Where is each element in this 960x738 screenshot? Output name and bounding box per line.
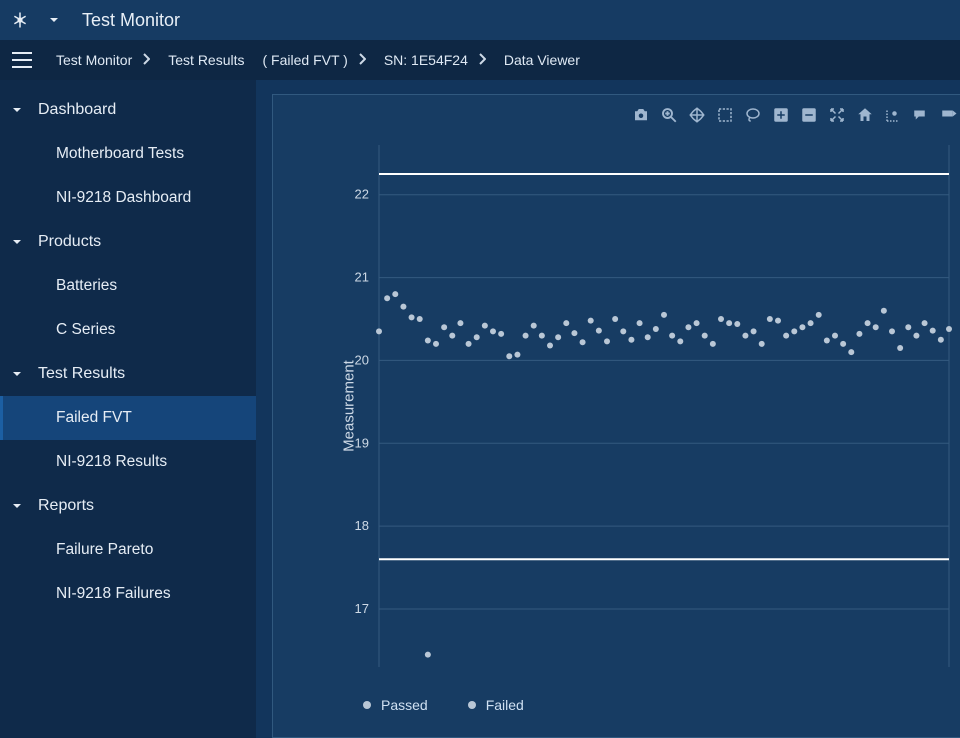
zoom-in-icon[interactable] — [771, 105, 791, 125]
caret-down-icon — [10, 501, 24, 511]
chart-toolbar — [631, 105, 959, 125]
caret-down-icon — [10, 105, 24, 115]
legend-item-passed[interactable]: Passed — [363, 697, 428, 713]
spike-icon[interactable] — [883, 105, 903, 125]
caret-down-icon — [10, 237, 24, 247]
svg-text:17: 17 — [355, 601, 369, 616]
app-title: Test Monitor — [82, 10, 180, 31]
zoom-icon[interactable] — [659, 105, 679, 125]
legend-label: Passed — [381, 697, 428, 713]
pan-icon[interactable] — [687, 105, 707, 125]
sidebar: Dashboard Motherboard TestsNI-9218 Dashbo… — [0, 80, 256, 738]
lasso-icon[interactable] — [743, 105, 763, 125]
app-menu-caret-icon[interactable] — [42, 8, 66, 32]
breadcrumb-item[interactable]: Data Viewer — [504, 52, 580, 68]
chart-panel: Measurement 171819202122 Passed Failed — [272, 94, 960, 738]
sidebar-item-c-series[interactable]: C Series — [0, 308, 256, 352]
zoom-out-icon[interactable] — [799, 105, 819, 125]
sidebar-item-failed-fvt[interactable]: Failed FVT — [0, 396, 256, 440]
menu-icon[interactable] — [8, 46, 36, 74]
autoscale-icon[interactable] — [827, 105, 847, 125]
sidebar-item-batteries[interactable]: Batteries — [0, 264, 256, 308]
caret-down-icon — [10, 369, 24, 379]
svg-text:18: 18 — [355, 518, 369, 533]
sidebar-group-label: Dashboard — [38, 101, 116, 119]
box-select-icon[interactable] — [715, 105, 735, 125]
chevron-right-icon — [142, 52, 150, 68]
content-area: Measurement 171819202122 Passed Failed — [256, 80, 960, 738]
sidebar-group-dashboard[interactable]: Dashboard — [0, 88, 256, 132]
breadcrumb-item[interactable]: SN: 1E54F24 — [384, 52, 468, 68]
sidebar-group-products[interactable]: Products — [0, 220, 256, 264]
camera-icon[interactable] — [631, 105, 651, 125]
app-icon[interactable] — [8, 8, 32, 32]
chart-area: Measurement 171819202122 — [303, 135, 959, 677]
chart-legend: Passed Failed — [363, 697, 524, 713]
sidebar-group-label: Test Results — [38, 365, 125, 383]
breadcrumb-item[interactable]: Test Results — [168, 52, 244, 68]
legend-label: Failed — [486, 697, 524, 713]
hover-icon[interactable] — [911, 105, 931, 125]
legend-dot-icon — [363, 701, 371, 709]
breadcrumb-item[interactable]: ( Failed FVT ) — [263, 52, 348, 68]
reset-icon[interactable] — [855, 105, 875, 125]
sidebar-item-ni-9218-failures[interactable]: NI-9218 Failures — [0, 572, 256, 616]
sidebar-group-reports[interactable]: Reports — [0, 484, 256, 528]
svg-text:19: 19 — [355, 435, 369, 450]
title-bar: Test Monitor — [0, 0, 960, 40]
sidebar-item-ni-9218-results[interactable]: NI-9218 Results — [0, 440, 256, 484]
sidebar-item-failure-pareto[interactable]: Failure Pareto — [0, 528, 256, 572]
sidebar-group-label: Reports — [38, 497, 94, 515]
svg-text:21: 21 — [355, 270, 369, 285]
sidebar-group-label: Products — [38, 233, 101, 251]
svg-text:20: 20 — [355, 352, 369, 367]
chevron-right-icon — [478, 52, 486, 68]
chevron-right-icon — [358, 52, 366, 68]
breadcrumb-bar: Test Monitor Test Results ( Failed FVT ) SN… — [0, 40, 960, 80]
legend-item-failed[interactable]: Failed — [468, 697, 524, 713]
sidebar-item-motherboard-tests[interactable]: Motherboard Tests — [0, 132, 256, 176]
sidebar-group-test-results[interactable]: Test Results — [0, 352, 256, 396]
breadcrumb-item[interactable]: Test Monitor — [56, 52, 132, 68]
tag-icon[interactable] — [939, 105, 959, 125]
breadcrumb: Test Monitor Test Results ( Failed FVT ) SN… — [56, 52, 580, 68]
sidebar-item-ni-9218-dashboard[interactable]: NI-9218 Dashboard — [0, 176, 256, 220]
scatter-chart[interactable]: 17 18 19 20 21 22 — [343, 135, 959, 677]
svg-text:22: 22 — [355, 187, 369, 202]
legend-dot-icon — [468, 701, 476, 709]
